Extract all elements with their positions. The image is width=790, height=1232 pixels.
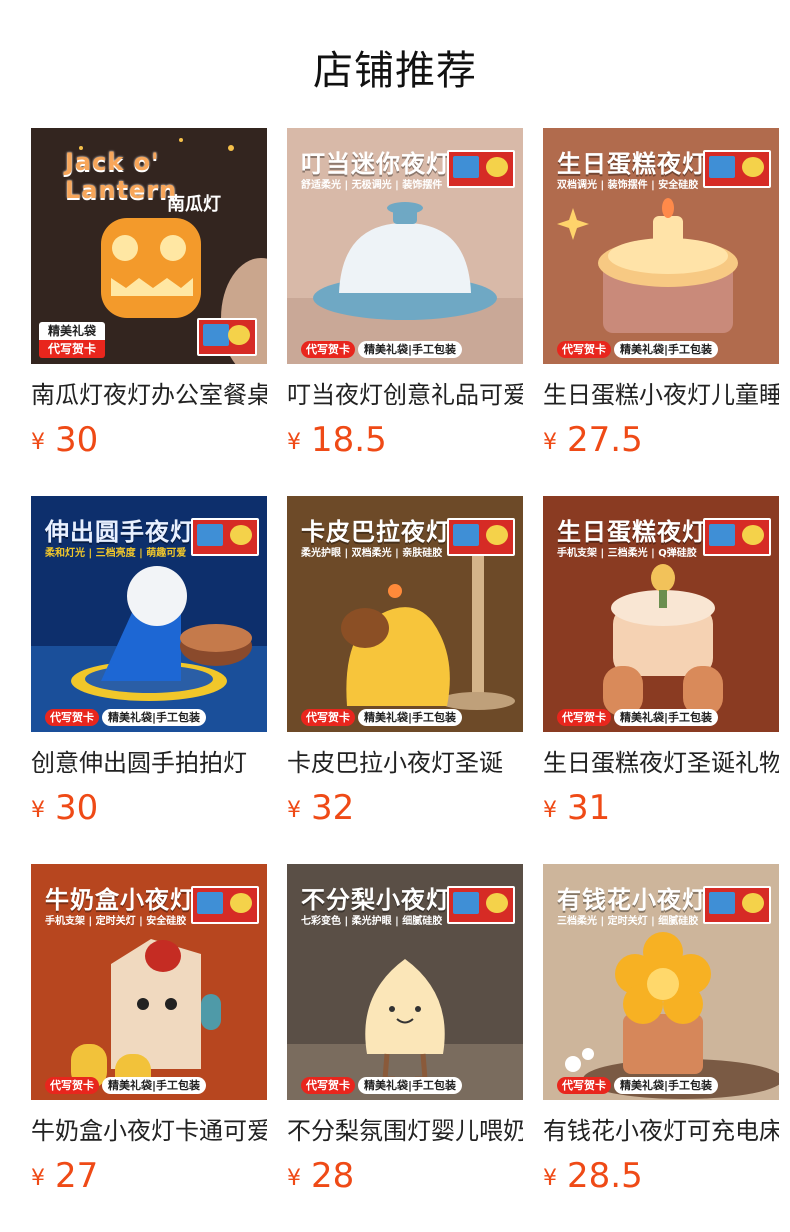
gift-box-icon xyxy=(197,318,257,356)
image-headline: 生日蛋糕夜灯 xyxy=(557,150,707,178)
gift-box-icon xyxy=(703,150,771,188)
product-price: ¥28 xyxy=(287,1156,355,1196)
gift-box-icon xyxy=(703,886,771,924)
image-subline: 手机支架 | 三档柔光 | Q弹硅胶 xyxy=(557,548,697,559)
product-image[interactable]: 牛奶盒小夜灯 手机支架 | 定时关灯 | 安全硅胶 代写贺卡 精美礼袋|手工包装 xyxy=(31,864,267,1100)
image-subline: 双档调光 | 装饰摆件 | 安全硅胶 xyxy=(557,180,699,191)
gift-box-icon xyxy=(703,518,771,556)
gift-box-icon xyxy=(447,150,515,188)
gift-box-icon xyxy=(191,886,259,924)
product-price: ¥28.5 xyxy=(543,1156,643,1196)
product-card[interactable]: 有钱花小夜灯 三档柔光 | 定时关灯 | 细腻硅胶 代写贺卡 精美礼袋|手工包装 … xyxy=(543,864,779,1198)
product-image[interactable]: Jack o' Lantern 南瓜灯 精美礼袋 代写贺卡 xyxy=(31,128,267,364)
product-name[interactable]: 有钱花小夜灯可充电床 xyxy=(543,1114,779,1148)
product-name[interactable]: 不分梨氛围灯婴儿喂奶 xyxy=(287,1114,523,1148)
page-title: 店铺推荐 xyxy=(313,48,477,94)
product-card[interactable]: 卡皮巴拉夜灯 柔光护眼 | 双档柔光 | 亲肤硅胶 代写贺卡 精美礼袋|手工包装 … xyxy=(287,496,523,830)
image-headline: 伸出圆手夜灯 xyxy=(45,518,195,546)
product-card[interactable]: 生日蛋糕夜灯 手机支架 | 三档柔光 | Q弹硅胶 代写贺卡 精美礼袋|手工包装 … xyxy=(543,496,779,830)
image-subline: 七彩变色 | 柔光护眼 | 细腻硅胶 xyxy=(301,916,443,927)
product-name[interactable]: 卡皮巴拉小夜灯圣诞 xyxy=(287,746,523,780)
product-name[interactable]: 创意伸出圆手拍拍灯 xyxy=(31,746,267,780)
image-subline: 柔光护眼 | 双档柔光 | 亲肤硅胶 xyxy=(301,548,443,559)
product-card[interactable]: 不分梨小夜灯 七彩变色 | 柔光护眼 | 细腻硅胶 代写贺卡 精美礼袋|手工包装 … xyxy=(287,864,523,1198)
image-headline: 有钱花小夜灯 xyxy=(557,886,707,914)
image-subline: 舒适柔光 | 无极调光 | 装饰摆件 xyxy=(301,180,443,191)
product-card[interactable]: 叮当迷你夜灯 舒适柔光 | 无极调光 | 装饰摆件 代写贺卡 精美礼袋|手工包装 … xyxy=(287,128,523,462)
product-image[interactable]: 伸出圆手夜灯 柔和灯光 | 三档亮度 | 萌趣可爱 代写贺卡 精美礼袋|手工包装 xyxy=(31,496,267,732)
product-image[interactable]: 生日蛋糕夜灯 手机支架 | 三档柔光 | Q弹硅胶 代写贺卡 精美礼袋|手工包装 xyxy=(543,496,779,732)
image-headline: Jack o' Lantern xyxy=(65,148,178,204)
image-headline: 叮当迷你夜灯 xyxy=(301,150,451,178)
product-name[interactable]: 生日蛋糕小夜灯儿童睡 xyxy=(543,378,779,412)
service-tag: 代写贺卡 精美礼袋|手工包装 xyxy=(45,709,207,726)
image-headline: 牛奶盒小夜灯 xyxy=(45,886,195,914)
service-tag: 代写贺卡 精美礼袋|手工包装 xyxy=(557,1077,719,1094)
product-name[interactable]: 叮当夜灯创意礼品可爱 xyxy=(287,378,523,412)
product-price: ¥30 xyxy=(31,420,99,460)
product-card[interactable]: 牛奶盒小夜灯 手机支架 | 定时关灯 | 安全硅胶 代写贺卡 精美礼袋|手工包装 … xyxy=(31,864,267,1198)
product-image[interactable]: 有钱花小夜灯 三档柔光 | 定时关灯 | 细腻硅胶 代写贺卡 精美礼袋|手工包装 xyxy=(543,864,779,1100)
gift-box-icon xyxy=(447,518,515,556)
service-tag: 代写贺卡 精美礼袋|手工包装 xyxy=(301,341,463,358)
product-price: ¥27 xyxy=(31,1156,99,1196)
product-image[interactable]: 叮当迷你夜灯 舒适柔光 | 无极调光 | 装饰摆件 代写贺卡 精美礼袋|手工包装 xyxy=(287,128,523,364)
product-image[interactable]: 卡皮巴拉夜灯 柔光护眼 | 双档柔光 | 亲肤硅胶 代写贺卡 精美礼袋|手工包装 xyxy=(287,496,523,732)
product-card[interactable]: 生日蛋糕夜灯 双档调光 | 装饰摆件 | 安全硅胶 代写贺卡 精美礼袋|手工包装 … xyxy=(543,128,779,462)
gift-tag: 精美礼袋 代写贺卡 xyxy=(39,322,105,358)
product-image[interactable]: 生日蛋糕夜灯 双档调光 | 装饰摆件 | 安全硅胶 代写贺卡 精美礼袋|手工包装 xyxy=(543,128,779,364)
image-headline: 不分梨小夜灯 xyxy=(301,886,451,914)
product-name[interactable]: 牛奶盒小夜灯卡通可爱 xyxy=(31,1114,267,1148)
product-card[interactable]: 伸出圆手夜灯 柔和灯光 | 三档亮度 | 萌趣可爱 代写贺卡 精美礼袋|手工包装 … xyxy=(31,496,267,830)
service-tag: 代写贺卡 精美礼袋|手工包装 xyxy=(301,709,463,726)
product-price: ¥31 xyxy=(543,788,611,828)
gift-box-icon xyxy=(447,886,515,924)
image-subline: 南瓜灯 xyxy=(167,194,221,215)
image-subline: 三档柔光 | 定时关灯 | 细腻硅胶 xyxy=(557,916,699,927)
product-name[interactable]: 南瓜灯夜灯办公室餐桌 xyxy=(31,378,267,412)
product-price: ¥27.5 xyxy=(543,420,643,460)
product-card[interactable]: Jack o' Lantern 南瓜灯 精美礼袋 代写贺卡 南瓜灯夜灯办公室餐桌… xyxy=(31,128,267,462)
image-headline: 卡皮巴拉夜灯 xyxy=(301,518,451,546)
service-tag: 代写贺卡 精美礼袋|手工包装 xyxy=(557,341,719,358)
service-tag: 代写贺卡 精美礼袋|手工包装 xyxy=(301,1077,463,1094)
product-image[interactable]: 不分梨小夜灯 七彩变色 | 柔光护眼 | 细腻硅胶 代写贺卡 精美礼袋|手工包装 xyxy=(287,864,523,1100)
service-tag: 代写贺卡 精美礼袋|手工包装 xyxy=(557,709,719,726)
gift-box-icon xyxy=(191,518,259,556)
product-price: ¥32 xyxy=(287,788,355,828)
product-name[interactable]: 生日蛋糕夜灯圣诞礼物 xyxy=(543,746,779,780)
product-price: ¥30 xyxy=(31,788,99,828)
image-subline: 手机支架 | 定时关灯 | 安全硅胶 xyxy=(45,916,187,927)
service-tag: 代写贺卡 精美礼袋|手工包装 xyxy=(45,1077,207,1094)
image-subline: 柔和灯光 | 三档亮度 | 萌趣可爱 xyxy=(45,548,187,559)
product-price: ¥18.5 xyxy=(287,420,387,460)
image-headline: 生日蛋糕夜灯 xyxy=(557,518,707,546)
